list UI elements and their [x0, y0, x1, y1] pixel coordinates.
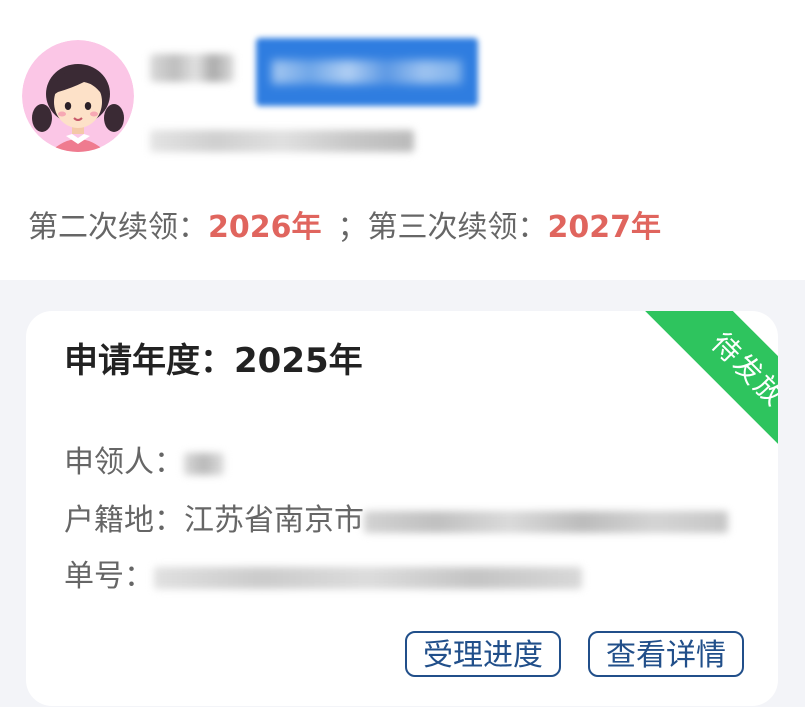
- residence-label: 户籍地：: [64, 503, 184, 538]
- profile-header: 第二次续领：2026年 ；第三次续领：2027年: [0, 0, 805, 280]
- user-phone-redacted: [256, 38, 478, 106]
- user-id-redacted: [150, 130, 414, 152]
- applicant-label: 申领人：: [64, 445, 184, 480]
- status-ribbon: 待发放: [618, 311, 778, 471]
- third-renewal-label: 第三次续领：: [367, 210, 548, 245]
- applicant-name-redacted: [184, 452, 224, 475]
- renewal-schedule: 第二次续领：2026年 ；第三次续领：2027年: [28, 208, 661, 248]
- residence-value: 江苏省南京市: [184, 503, 364, 538]
- third-renewal-year: 2027年: [547, 210, 662, 245]
- order-number-label: 单号：: [64, 559, 154, 594]
- application-card[interactable]: 待发放 申请年度：2025年 申领人： 户籍地：江苏省南京市 单号： 受理进度 …: [26, 311, 778, 706]
- applicant-row: 申领人：: [64, 443, 224, 483]
- renewal-separator: ；: [337, 210, 368, 245]
- second-renewal-year: 2026年: [208, 210, 322, 245]
- girl-avatar-icon: [22, 40, 134, 152]
- status-badge: 待发放: [641, 311, 778, 471]
- second-renewal-label: 第二次续领：: [28, 210, 208, 245]
- residence-row: 户籍地：江苏省南京市: [64, 501, 728, 541]
- user-name-redacted: [150, 54, 234, 82]
- details-button[interactable]: 查看详情: [588, 631, 744, 677]
- order-number-redacted: [154, 566, 582, 589]
- application-year-title: 申请年度：2025年: [64, 341, 363, 381]
- residence-detail-redacted: [364, 510, 728, 533]
- progress-button[interactable]: 受理进度: [405, 631, 561, 677]
- order-number-row: 单号：: [64, 557, 582, 597]
